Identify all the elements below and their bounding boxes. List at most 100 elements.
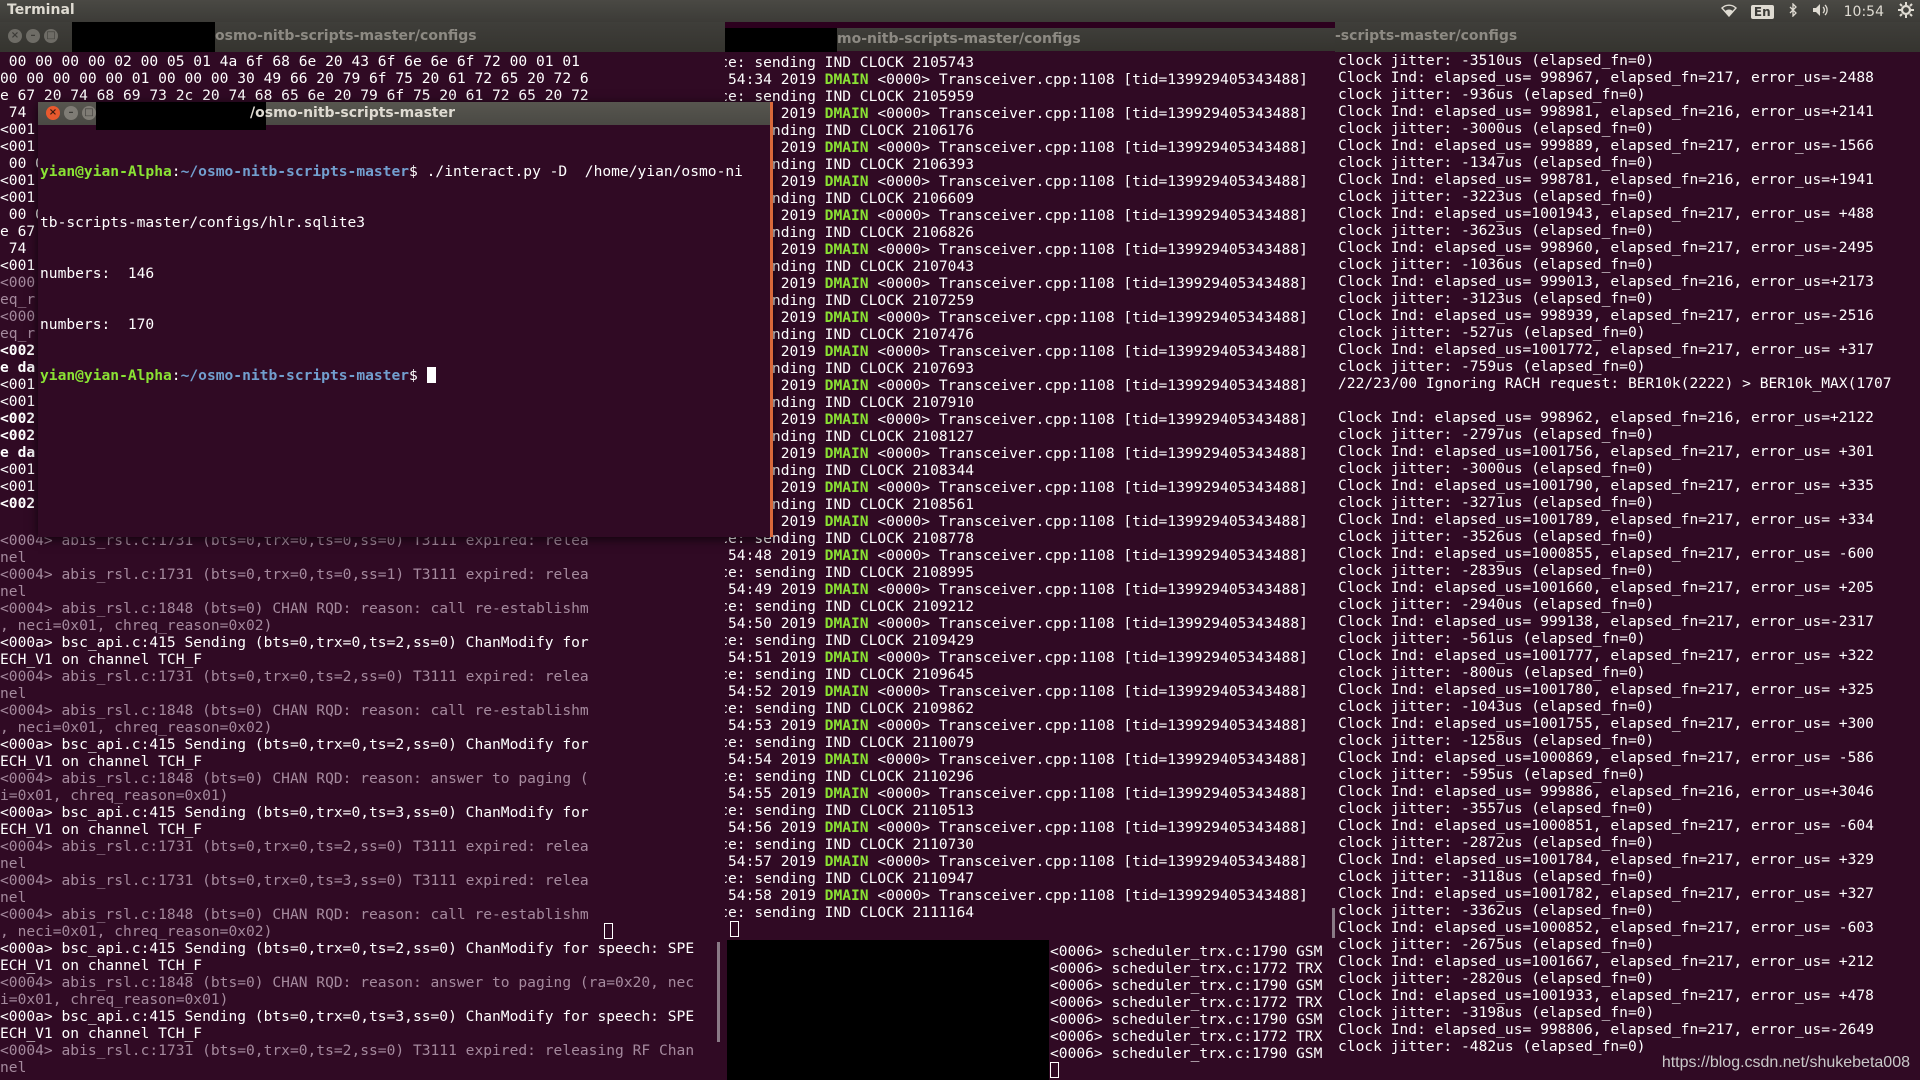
log-message: <0000> Transceiver.cpp:1108 [tid=1399294…	[868, 887, 1308, 904]
titlebar-left[interactable]: × – □ osmo-nitb-scripts-master/configs	[0, 22, 725, 52]
log-line: <0004> abis_rsl.c:1848 (bts=0) CHAN RQD:…	[0, 974, 695, 991]
terminal-output-right[interactable]: clock jitter: -3510us (elapsed_fn=0) Cloc…	[1338, 52, 1920, 1055]
log-line: Clock Ind: elapsed_us= 998939, elapsed_f…	[1338, 307, 1874, 324]
log-line: clock jitter: -3223us (elapsed_fn=0)	[1338, 188, 1655, 205]
wifi-icon[interactable]	[1720, 3, 1737, 21]
log-message: <0000> Transceiver.cpp:1108 [tid=1399294…	[868, 547, 1308, 564]
log-message: <0000> Transceiver.cpp:1108 [tid=1399294…	[868, 683, 1308, 700]
terminal-output-front[interactable]: yian@yian-Alpha:~/osmo-nitb-scripts-mast…	[40, 129, 770, 418]
top-panel: Terminal En 10:54	[0, 0, 1920, 22]
terminal-output-left-log[interactable]: <0004> abis_rsl.c:1731 (bts=0,trx=0,ts=0…	[0, 532, 725, 1076]
log-line: <0006> scheduler_trx.c:1790 GSM	[1050, 943, 1323, 960]
log-line: <0004> abis_rsl.c:1731 (bts=0,trx=0,ts=2…	[0, 1042, 695, 1059]
scrollbar[interactable]	[717, 942, 720, 1042]
bluetooth-icon[interactable]	[1788, 2, 1798, 21]
log-line: Clock Ind: elapsed_us=1001784, elapsed_f…	[1338, 851, 1874, 868]
log-message: <0000> Transceiver.cpp:1108 [tid=1399294…	[868, 241, 1308, 258]
log-line: <000a> bsc_api.c:415 Sending (bts=0,trx=…	[0, 1008, 695, 1025]
close-icon[interactable]: ×	[46, 106, 60, 120]
log-line: <000a> bsc_api.c:415 Sending (bts=0,trx=…	[0, 940, 695, 957]
log-line: <0004> abis_rsl.c:1848 (bts=0) CHAN RQD:…	[0, 770, 589, 787]
log-line: /22/23/00 Ignoring RACH request: BER10k(…	[1338, 375, 1892, 392]
log-message: <0000> Transceiver.cpp:1108 [tid=1399294…	[868, 71, 1308, 88]
maximize-icon[interactable]: □	[82, 106, 96, 120]
keyboard-layout-icon[interactable]: En	[1750, 5, 1774, 19]
prompt-line[interactable]: yian@yian-Alpha:~/osmo-nitb-scripts-mast…	[40, 367, 770, 384]
output-line: numbers: 170	[40, 316, 155, 333]
log-line: clock jitter: -2797us (elapsed_fn=0)	[1338, 426, 1655, 443]
log-level: DMAIN	[824, 275, 869, 292]
log-line: , neci=0x01, chreq_reason=0x02)	[0, 617, 273, 634]
log-line: clock jitter: -759us (elapsed_fn=0)	[1338, 358, 1646, 375]
terminal-window-front[interactable]: × – □ /osmo-nitb-scripts-master yian@yia…	[38, 102, 773, 537]
command-wrap: tb-scripts-master/configs/hlr.sqlite3	[40, 214, 366, 231]
log-line: Clock Ind: elapsed_us=1000851, elapsed_f…	[1338, 817, 1874, 834]
log-line: clock jitter: -2675us (elapsed_fn=0)	[1338, 936, 1655, 953]
log-line: i=0x01, chreq_reason=0x01)	[0, 991, 229, 1008]
log-line: clock jitter: -2940us (elapsed_fn=0)	[1338, 596, 1655, 613]
prompt-line: yian@yian-Alpha:~/osmo-nitb-scripts-mast…	[40, 163, 743, 180]
maximize-icon[interactable]: □	[44, 29, 58, 43]
log-line: clock jitter: -1347us (elapsed_fn=0)	[1338, 154, 1655, 171]
clock-time[interactable]: 10:54	[1844, 4, 1884, 20]
terminal-output-scheduler[interactable]: <0006> scheduler_trx.c:1790 GSM <0006> sc…	[1050, 943, 1335, 1079]
log-message: <0000> Transceiver.cpp:1108 [tid=1399294…	[868, 139, 1308, 156]
log-line: clock jitter: -2820us (elapsed_fn=0)	[1338, 970, 1655, 987]
log-line: clock jitter: -3123us (elapsed_fn=0)	[1338, 290, 1655, 307]
log-line: Clock Ind: elapsed_us= 998967, elapsed_f…	[1338, 69, 1874, 86]
log-level: DMAIN	[824, 853, 869, 870]
log-level: DMAIN	[824, 479, 869, 496]
log-line: nel	[0, 549, 27, 566]
log-level: DMAIN	[824, 207, 869, 224]
log-line: Clock Ind: elapsed_us=1001780, elapsed_f…	[1338, 681, 1874, 698]
log-line: clock jitter: -3198us (elapsed_fn=0)	[1338, 1004, 1655, 1021]
titlebar-front[interactable]: × – □ /osmo-nitb-scripts-master	[38, 102, 770, 130]
terminal-window-scheduler[interactable]: <0006> scheduler_trx.c:1790 GSM <0006> sc…	[725, 940, 1335, 1080]
log-level: DMAIN	[824, 819, 869, 836]
log-line: Clock Ind: elapsed_us=1001943, elapsed_f…	[1338, 205, 1874, 222]
log-message: <0000> Transceiver.cpp:1108 [tid=1399294…	[868, 853, 1308, 870]
log-line: Clock Ind: elapsed_us=1000869, elapsed_f…	[1338, 749, 1874, 766]
prompt-path: ~/osmo-nitb-scripts-master	[180, 163, 410, 180]
log-level: DMAIN	[824, 887, 869, 904]
log-line: nel	[0, 889, 27, 906]
log-line: Clock Ind: elapsed_us=1001777, elapsed_f…	[1338, 647, 1874, 664]
log-line: <0004> abis_rsl.c:1731 (bts=0,trx=0,ts=3…	[0, 872, 589, 889]
log-line: clock jitter: -3362us (elapsed_fn=0)	[1338, 902, 1655, 919]
log-message: <0000> Transceiver.cpp:1108 [tid=1399294…	[868, 445, 1308, 462]
close-icon[interactable]: ×	[8, 29, 22, 43]
watermark: https://blog.csdn.net/shukebeta008	[1661, 1054, 1910, 1071]
log-line: clock jitter: -1036us (elapsed_fn=0)	[1338, 256, 1655, 273]
log-line: <0004> abis_rsl.c:1848 (bts=0) CHAN RQD:…	[0, 702, 589, 719]
redacted-title	[72, 22, 215, 52]
log-line: <0004> abis_rsl.c:1848 (bts=0) CHAN RQD:…	[0, 600, 589, 617]
scrollbar[interactable]	[1332, 908, 1335, 938]
prompt-path: ~/osmo-nitb-scripts-master	[180, 367, 410, 384]
log-line: nel	[0, 855, 27, 872]
window-title: osmo-nitb-scripts-master/configs	[215, 28, 477, 44]
terminal-window-right[interactable]: -scripts-master/configs clock jitter: -3…	[1335, 22, 1920, 1080]
output-line: numbers: 146	[40, 265, 155, 282]
log-line: clock jitter: -2872us (elapsed_fn=0)	[1338, 834, 1655, 851]
log-line: clock jitter: -1258us (elapsed_fn=0)	[1338, 732, 1655, 749]
log-level: DMAIN	[824, 309, 869, 326]
log-level: DMAIN	[824, 71, 869, 88]
log-message: <0000> Transceiver.cpp:1108 [tid=1399294…	[868, 343, 1308, 360]
log-line: Clock Ind: elapsed_us=1000852, elapsed_f…	[1338, 919, 1874, 936]
minimize-icon[interactable]: –	[26, 29, 40, 43]
minimize-icon[interactable]: –	[64, 106, 78, 120]
log-message: <0000> Transceiver.cpp:1108 [tid=1399294…	[868, 105, 1308, 122]
log-line: Clock Ind: elapsed_us=1001790, elapsed_f…	[1338, 477, 1874, 494]
log-line: clock jitter: -595us (elapsed_fn=0)	[1338, 766, 1646, 783]
log-line: <0004> abis_rsl.c:1731 (bts=0,trx=0,ts=0…	[0, 566, 589, 583]
titlebar-right[interactable]: -scripts-master/configs	[1335, 22, 1920, 52]
log-line: <0006> scheduler_trx.c:1790 GSM	[1050, 1045, 1323, 1062]
volume-icon[interactable]	[1812, 3, 1830, 21]
cursor	[604, 923, 613, 939]
log-level: DMAIN	[824, 649, 869, 666]
log-line: Clock Ind: elapsed_us= 998960, elapsed_f…	[1338, 239, 1874, 256]
log-message: <0000> Transceiver.cpp:1108 [tid=1399294…	[868, 649, 1308, 666]
log-line: nel	[0, 583, 27, 600]
power-gear-icon[interactable]	[1898, 2, 1914, 22]
